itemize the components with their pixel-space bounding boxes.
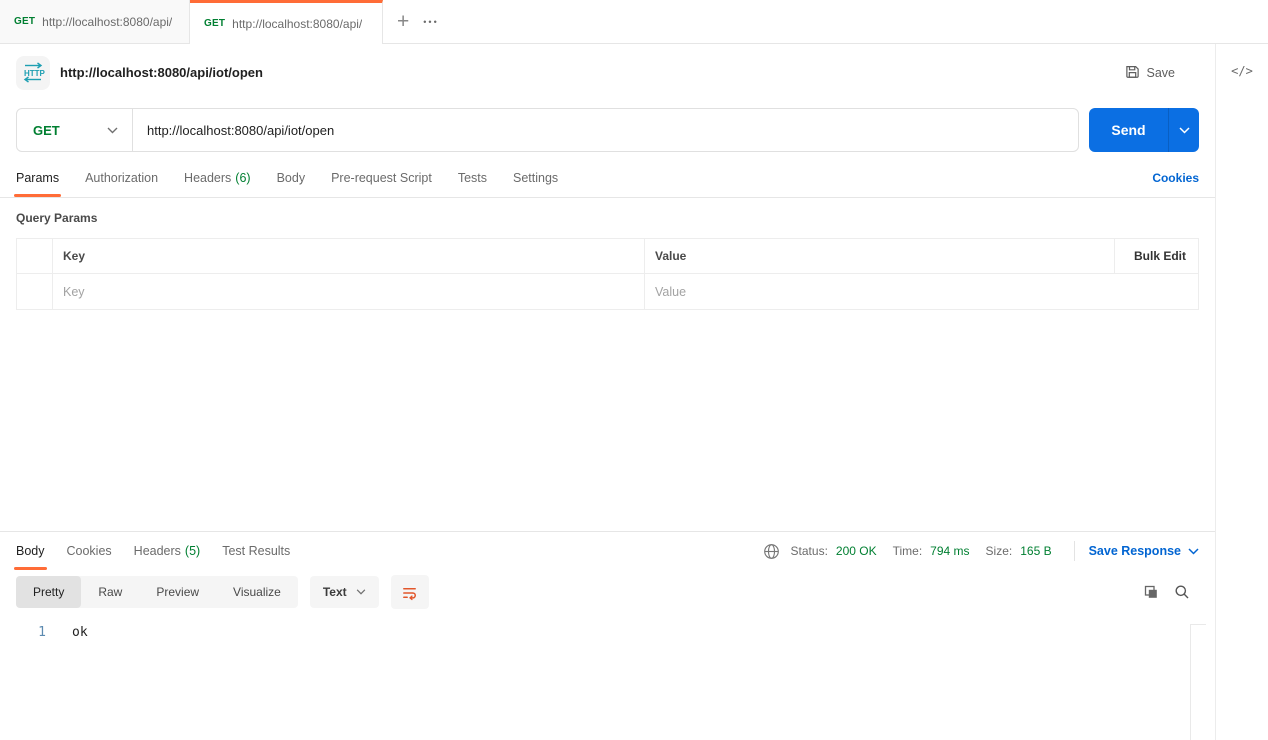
globe-icon[interactable] [761, 540, 783, 562]
response-section: Body Cookies Headers (5) Test Results Sta… [0, 531, 1215, 740]
app-window: GET http://localhost:8080/api/ GET http:… [0, 0, 1268, 740]
response-tab-body[interactable]: Body [14, 532, 46, 570]
code-snippet-icon[interactable]: </> [1231, 64, 1253, 78]
tab-params[interactable]: Params [13, 159, 62, 197]
send-button-label[interactable]: Send [1089, 108, 1168, 152]
divider [1073, 541, 1075, 561]
bulk-edit-button[interactable]: Bulk Edit [1115, 239, 1198, 273]
request-subtabs: Params Authorization Headers (6) Body Pre… [0, 159, 1215, 198]
key-input[interactable]: Key [53, 274, 645, 309]
select-column-header [17, 239, 53, 273]
value-column-header: Value [645, 239, 1115, 273]
size-value[interactable]: 165 B [1020, 544, 1051, 558]
tab-url-label: http://localhost:8080/api/ [232, 16, 363, 31]
url-box: GET http://localhost:8080/api/iot/open [16, 108, 1079, 152]
chevron-down-icon [1188, 547, 1199, 555]
status-value[interactable]: 200 OK [836, 544, 877, 558]
search-icon[interactable] [1171, 581, 1193, 603]
time-value[interactable]: 794 ms [930, 544, 969, 558]
tab-tests[interactable]: Tests [458, 159, 487, 197]
save-icon [1125, 64, 1140, 82]
save-response-label: Save Response [1088, 544, 1181, 558]
tab-settings[interactable]: Settings [513, 159, 558, 197]
headers-count: (6) [235, 171, 251, 185]
tab-body[interactable]: Body [277, 159, 306, 197]
chevron-down-icon [107, 127, 118, 133]
line-content: ok [72, 625, 88, 640]
copy-icon[interactable] [1140, 581, 1162, 603]
send-button[interactable]: Send [1089, 108, 1199, 152]
view-raw[interactable]: Raw [81, 576, 139, 608]
key-column-header: Key [53, 239, 645, 273]
row-select-cell[interactable] [17, 274, 53, 309]
size-label: Size: [985, 544, 1013, 558]
chevron-down-icon [1178, 126, 1190, 134]
chevron-down-icon [356, 589, 365, 595]
row-actions-cell [1115, 274, 1198, 309]
scrollbar-track[interactable] [1190, 624, 1206, 740]
main-pane: HTTP http://localhost:8080/api/iot/open … [0, 44, 1215, 740]
wrap-lines-button[interactable] [390, 575, 429, 609]
tab-authorization[interactable]: Authorization [85, 159, 158, 197]
tab-options-icon[interactable]: ••• [423, 17, 438, 27]
format-dropdown[interactable]: Text [309, 576, 379, 608]
view-preview[interactable]: Preview [139, 576, 216, 608]
tab-method-badge: GET [14, 16, 36, 27]
svg-text:HTTP: HTTP [24, 69, 45, 78]
cookies-link[interactable]: Cookies [1152, 159, 1199, 197]
view-visualize[interactable]: Visualize [216, 576, 298, 608]
view-pretty[interactable]: Pretty [16, 576, 82, 608]
value-input[interactable]: Value [645, 274, 1115, 309]
method-value: GET [33, 122, 60, 138]
wrap-lines-icon [403, 587, 417, 600]
time-label: Time: [892, 544, 923, 558]
request-tab-2-active[interactable]: GET http://localhost:8080/api/ [190, 0, 383, 44]
http-protocol-icon: HTTP [16, 55, 50, 90]
tab-headers[interactable]: Headers (6) [184, 159, 251, 197]
response-view-toolbar: Pretty Raw Preview Visualize Text [0, 570, 1215, 612]
response-tab-test-results[interactable]: Test Results [222, 532, 290, 570]
response-tabs: Body Cookies Headers (5) Test Results Sta… [0, 532, 1215, 570]
response-tab-cookies[interactable]: Cookies [67, 532, 112, 570]
send-options-button[interactable] [1168, 108, 1199, 152]
response-actions [1140, 581, 1193, 603]
view-segmented-control: Pretty Raw Preview Visualize [16, 576, 298, 608]
line-number: 1 [38, 625, 46, 640]
save-button-label: Save [1146, 65, 1176, 80]
save-button[interactable]: Save [1115, 58, 1186, 88]
request-bar: GET http://localhost:8080/api/iot/open S… [0, 101, 1215, 159]
status-label: Status: [790, 544, 828, 558]
response-tab-headers[interactable]: Headers (5) [134, 532, 201, 570]
request-tab-1[interactable]: GET http://localhost:8080/api/ [0, 0, 190, 43]
url-input[interactable]: http://localhost:8080/api/iot/open [133, 123, 1078, 138]
query-params-table: Key Value Bulk Edit Key Value [16, 238, 1199, 310]
new-tab-button[interactable]: + [397, 11, 409, 32]
query-params-title: Query Params [16, 211, 98, 225]
tab-method-badge: GET [204, 18, 226, 29]
save-response-button[interactable]: Save Response [1089, 544, 1199, 558]
right-sidebar: </> [1215, 44, 1268, 740]
tab-prerequest-script[interactable]: Pre-request Script [331, 159, 432, 197]
response-meta: Status: 200 OK Time: 794 ms Size: 165 B … [761, 532, 1199, 570]
table-row: Key Value [17, 274, 1198, 309]
response-body-editor[interactable]: 1 ok [0, 612, 1215, 740]
request-header-row: HTTP http://localhost:8080/api/iot/open … [0, 44, 1215, 101]
request-tab-bar: GET http://localhost:8080/api/ GET http:… [0, 0, 1268, 44]
request-title: http://localhost:8080/api/iot/open [60, 65, 263, 80]
response-headers-count: (5) [184, 544, 201, 558]
tab-url-label: http://localhost:8080/api/ [42, 14, 173, 29]
format-value: Text [322, 585, 347, 599]
tab-actions: + ••• [383, 0, 439, 43]
table-header-row: Key Value Bulk Edit [17, 239, 1198, 274]
code-line: 1 ok [0, 624, 1215, 642]
method-dropdown[interactable]: GET [17, 109, 132, 151]
